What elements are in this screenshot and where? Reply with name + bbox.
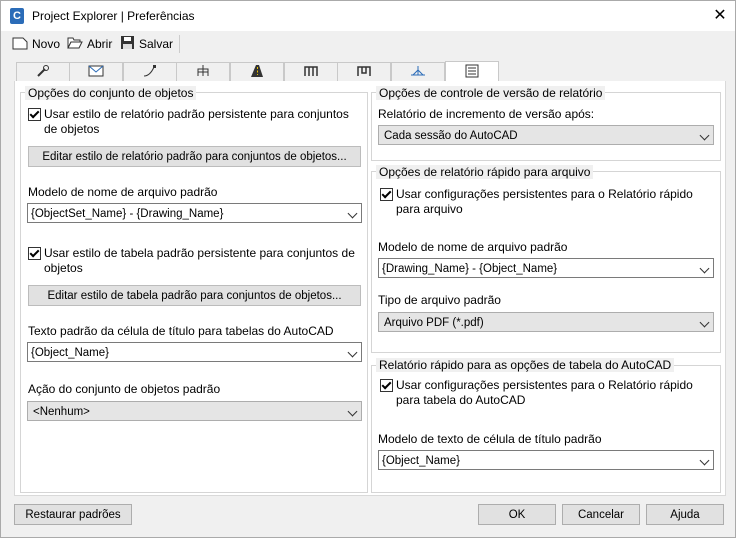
new-label: Novo [32, 37, 61, 51]
tab-pipes[interactable] [284, 62, 338, 81]
title-cell-text-label: Texto padrão da célula de título para ta… [28, 324, 334, 338]
restore-defaults-button[interactable]: Restaurar padrões [14, 504, 132, 525]
use-report-style-label: Usar estilo de relatório padrão persiste… [44, 107, 349, 136]
chevron-down-icon [347, 347, 358, 358]
quick-filename-label: Modelo de nome de arquivo padrão [378, 240, 568, 254]
version-group-title: Opções de controle de versão de relatóri… [376, 86, 606, 100]
title-bar: C Project Explorer | Preferências ✕ [1, 1, 735, 31]
quick-table-group-title: Relatório rápido para as opções de tabel… [376, 358, 675, 372]
preferences-window: C Project Explorer | Preferências ✕ Novo… [0, 0, 736, 538]
default-action-value: <Nenhum> [33, 406, 90, 418]
title-cell-text-combo[interactable]: {Object_Name} [27, 342, 362, 362]
filename-template-value: {ObjectSet_Name} - {Drawing_Name} [31, 208, 224, 220]
quick-filename-combo[interactable]: {Drawing_Name} - {Object_Name} [378, 258, 714, 278]
ok-button[interactable]: OK [478, 504, 556, 525]
quick-table-checkbox-label: Usar configurações persistentes para o R… [396, 378, 693, 407]
app-icon: C [10, 8, 24, 24]
help-button[interactable]: Ajuda [646, 504, 724, 525]
file-type-value: Arquivo PDF (*.pdf) [384, 317, 484, 329]
road-icon [249, 64, 265, 81]
title-cell-template-combo[interactable]: {Object_Name} [378, 450, 714, 470]
close-button[interactable]: ✕ [707, 5, 733, 27]
quick-file-checkbox-label: Usar configurações persistentes para o R… [396, 187, 693, 216]
tab-reports[interactable] [445, 61, 499, 82]
filename-template-combo[interactable]: {ObjectSet_Name} - {Drawing_Name} [27, 203, 362, 223]
floppy-disk-icon [120, 35, 135, 53]
report-icon [464, 64, 480, 81]
toolbar-separator [179, 35, 180, 53]
tab-pipe-networks[interactable] [337, 62, 391, 81]
new-button[interactable]: Novo [12, 35, 60, 53]
pipe-network-icon [356, 64, 372, 81]
use-table-style-checkbox[interactable] [28, 247, 41, 260]
folder-open-icon [67, 36, 83, 53]
chevron-down-icon [699, 455, 710, 466]
increment-value: Cada sessão do AutoCAD [384, 130, 518, 142]
save-button[interactable]: Salvar [120, 35, 173, 53]
cancel-button[interactable]: Cancelar [562, 504, 640, 525]
default-action-combo[interactable]: <Nenhum> [27, 401, 362, 421]
default-action-label: Ação do conjunto de objetos padrão [28, 382, 221, 396]
use-report-style-checkbox[interactable] [28, 108, 41, 121]
edit-table-style-button[interactable]: Editar estilo de tabela padrão para conj… [28, 285, 361, 306]
chevron-down-icon [699, 263, 710, 274]
save-label: Salvar [139, 37, 174, 51]
tab-alignments[interactable] [123, 62, 177, 81]
structure-icon [195, 64, 211, 81]
tab-general[interactable] [16, 62, 70, 81]
chevron-down-icon [347, 208, 358, 219]
open-button[interactable]: Abrir [67, 35, 112, 53]
pipe-icon [303, 64, 319, 81]
tab-survey[interactable] [391, 62, 445, 81]
open-label: Abrir [87, 37, 113, 51]
increment-combo[interactable]: Cada sessão do AutoCAD [378, 125, 714, 145]
title-cell-text-value: {Object_Name} [31, 347, 109, 359]
tab-surfaces[interactable] [69, 62, 123, 81]
title-cell-template-value: {Object_Name} [382, 455, 460, 467]
increment-label: Relatório de incremento de versão após: [378, 107, 595, 121]
window-title: Project Explorer | Preferências [32, 9, 195, 23]
new-document-icon [12, 36, 28, 53]
chevron-down-icon [699, 130, 710, 141]
use-table-style-label: Usar estilo de tabela padrão persistente… [44, 246, 355, 275]
survey-icon [410, 64, 426, 81]
quick-filename-value: {Drawing_Name} - {Object_Name} [382, 263, 558, 275]
tab-corridors[interactable] [230, 62, 284, 81]
file-type-label: Tipo de arquivo padrão [378, 293, 501, 307]
envelope-icon [88, 64, 104, 81]
quick-file-checkbox[interactable] [380, 188, 393, 201]
title-cell-template-label: Modelo de texto de célula de título padr… [378, 432, 602, 446]
curve-icon [142, 64, 158, 81]
chevron-down-icon [347, 406, 358, 417]
quick-table-checkbox[interactable] [380, 379, 393, 392]
chevron-down-icon [699, 317, 710, 328]
tab-structures[interactable] [176, 62, 230, 81]
wrench-icon [35, 64, 51, 81]
quick-file-group-title: Opções de relatório rápido para arquivo [376, 165, 594, 179]
file-type-combo[interactable]: Arquivo PDF (*.pdf) [378, 312, 714, 332]
edit-report-style-button[interactable]: Editar estilo de relatório padrão para c… [28, 146, 361, 167]
object-set-group-title: Opções do conjunto de objetos [25, 86, 197, 100]
filename-template-label: Modelo de nome de arquivo padrão [28, 185, 218, 199]
